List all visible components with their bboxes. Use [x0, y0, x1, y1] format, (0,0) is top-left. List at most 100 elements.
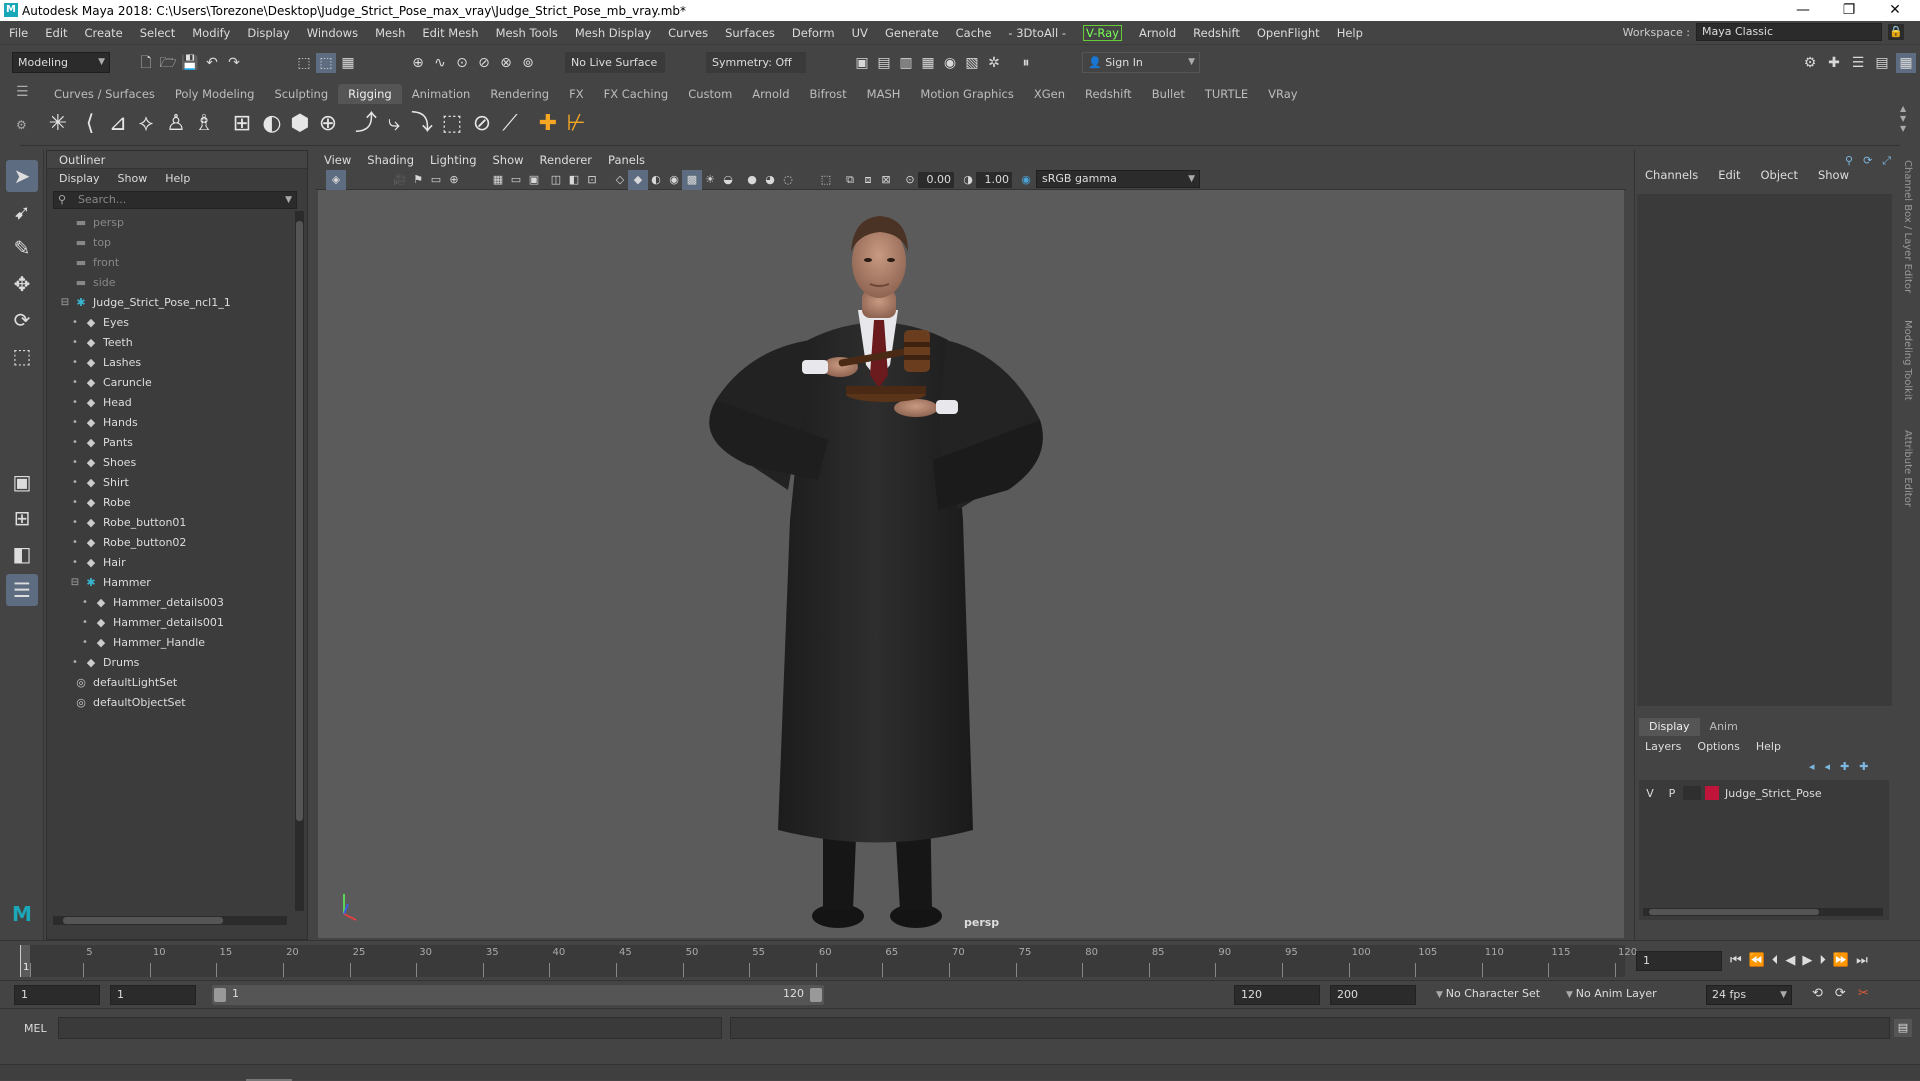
menu-edit-mesh[interactable]: Edit Mesh: [413, 26, 486, 40]
shelf-tab-rigging[interactable]: Rigging: [338, 84, 402, 104]
minimize-button[interactable]: —: [1780, 0, 1826, 21]
save-scene-icon[interactable]: 💾: [180, 53, 200, 73]
play-forwards-icon[interactable]: ▶: [1802, 953, 1812, 968]
outliner-item[interactable]: • ◆ Caruncle: [47, 373, 307, 393]
layer-type-toggle[interactable]: [1683, 786, 1701, 800]
range-start-handle[interactable]: [214, 988, 226, 1002]
lasso-tool-icon[interactable]: ➹: [6, 196, 38, 228]
time-slider-track[interactable]: 1 5 10 15 20 25 30 35 40 45 50 55 60 65 70 75 80 85 90 95 1…: [20, 945, 1637, 977]
outliner-item[interactable]: • ◆ Robe_button01: [47, 513, 307, 533]
viewport-menu-lighting[interactable]: Lighting: [430, 150, 476, 170]
render-setup-icon[interactable]: ▧: [962, 53, 982, 73]
exposure-icon[interactable]: ⊙: [900, 170, 920, 190]
rotate-tool-icon[interactable]: ⟳: [6, 304, 38, 336]
shadows-icon[interactable]: ◒: [718, 170, 738, 190]
outliner-item[interactable]: • ◆ Hammer_Handle: [47, 633, 307, 653]
hypershade-icon[interactable]: ◉: [940, 53, 960, 73]
pause-icon[interactable]: ⏸: [1016, 53, 1036, 73]
ipr-render-icon[interactable]: ▥: [896, 53, 916, 73]
grid-toggle-icon[interactable]: ▦: [488, 170, 508, 190]
menu-redshift[interactable]: Redshift: [1184, 26, 1248, 40]
color-space-dropdown[interactable]: sRGB gamma ▼: [1036, 170, 1200, 188]
menu-file[interactable]: File: [0, 26, 36, 40]
shelf-tab-custom[interactable]: Custom: [678, 84, 742, 104]
menu-uv[interactable]: UV: [843, 26, 876, 40]
shelf-tab-motion-graphics[interactable]: Motion Graphics: [910, 84, 1023, 104]
outliner-menu-show[interactable]: Show: [118, 169, 148, 189]
outliner-item[interactable]: • ◆ Head: [47, 393, 307, 413]
menu-mesh-display[interactable]: Mesh Display: [566, 26, 659, 40]
shelf-settings-icon[interactable]: ⚙: [16, 118, 27, 132]
bookmarks-icon[interactable]: ⚑: [408, 170, 428, 190]
gate-mask-icon[interactable]: ◫: [546, 170, 566, 190]
menu-openflight[interactable]: OpenFlight: [1248, 26, 1328, 40]
wireframe-on-shaded-icon[interactable]: ◉: [664, 170, 684, 190]
shelf-tab-fx-caching[interactable]: FX Caching: [594, 84, 679, 104]
field-chart-icon[interactable]: ◧: [564, 170, 584, 190]
shelf-tab-sculpting[interactable]: Sculpting: [264, 84, 338, 104]
blend-shape-icon[interactable]: ⬚: [438, 110, 466, 138]
outliner-vertical-scroll-thumb[interactable]: [296, 221, 303, 821]
channelbox-menu-channels[interactable]: Channels: [1645, 168, 1698, 182]
resolution-gate-icon[interactable]: ▣: [524, 170, 544, 190]
default-material-icon[interactable]: ◐: [646, 170, 666, 190]
smooth-shade-icon[interactable]: ◆: [628, 170, 648, 190]
gamma-icon[interactable]: ◑: [958, 170, 978, 190]
new-layer-icon[interactable]: ✚: [1840, 760, 1849, 773]
outliner-item[interactable]: • ◆ Lashes: [47, 353, 307, 373]
shelf-tab-poly-modeling[interactable]: Poly Modeling: [165, 84, 265, 104]
lattice-icon[interactable]: ⬢: [286, 110, 314, 138]
snap-surface-icon[interactable]: ⊗: [496, 53, 516, 73]
outliner-item[interactable]: • ◆ Teeth: [47, 333, 307, 353]
command-input[interactable]: [58, 1017, 722, 1039]
move-layer-up-icon[interactable]: ◂: [1809, 760, 1815, 773]
shelf-tab-redshift[interactable]: Redshift: [1075, 84, 1142, 104]
current-frame-field[interactable]: 1: [1636, 951, 1722, 971]
orient-joint-icon[interactable]: ⟡: [132, 110, 160, 138]
outliner-item[interactable]: ◎ defaultLightSet: [47, 673, 307, 693]
snap-curve-icon[interactable]: ∿: [430, 53, 450, 73]
refresh-icon[interactable]: ⟳: [1863, 154, 1872, 168]
shelf-tab-bullet[interactable]: Bullet: [1142, 84, 1195, 104]
xray-joints-icon[interactable]: ⧈: [858, 170, 878, 190]
outliner-item[interactable]: • ◆ Shoes: [47, 453, 307, 473]
outliner-item[interactable]: • ◆ Pants: [47, 433, 307, 453]
layer-row[interactable]: V P Judge_Strict_Pose: [1639, 784, 1889, 802]
motion-blur-icon[interactable]: ◕: [760, 170, 780, 190]
preferences-icon[interactable]: ✂: [1858, 986, 1869, 1001]
scale-tool-icon[interactable]: ⬚: [6, 340, 38, 372]
select-camera-icon[interactable]: ◈: [326, 170, 346, 190]
camera-attributes-icon[interactable]: 🎥: [390, 170, 410, 190]
channelbox-menu-edit[interactable]: Edit: [1718, 168, 1740, 182]
snap-point-icon[interactable]: ⊙: [452, 53, 472, 73]
outliner-item[interactable]: • ◆ Hammer_details001: [47, 613, 307, 633]
maya-home-icon[interactable]: M: [6, 898, 38, 930]
outliner-item[interactable]: • ◆ Hammer_details003: [47, 593, 307, 613]
shelf-tab-animation[interactable]: Animation: [402, 84, 481, 104]
render-current-icon[interactable]: ▤: [874, 53, 894, 73]
viewport-scene[interactable]: persp: [318, 190, 1624, 938]
sign-in-dropdown[interactable]: 👤 Sign In ▼: [1082, 52, 1200, 73]
image-plane-icon[interactable]: ▭: [426, 170, 446, 190]
single-perspective-layout-icon[interactable]: ▣: [6, 466, 38, 498]
layer-color-swatch[interactable]: [1705, 786, 1719, 800]
paint-select-tool-icon[interactable]: ✎: [6, 232, 38, 264]
shelf-tab-xgen[interactable]: XGen: [1024, 84, 1075, 104]
ik-handle-icon[interactable]: ⤴: [352, 110, 380, 138]
orient-constraint-icon[interactable]: ⊬: [562, 110, 590, 138]
auto-key-icon[interactable]: ⟳: [1835, 986, 1846, 1001]
outliner-menu-display[interactable]: Display: [59, 169, 100, 189]
outliner-search-input[interactable]: ⚲ Search... ▼: [53, 191, 297, 209]
shelf-tab-curves-surfaces[interactable]: Curves / Surfaces: [44, 84, 165, 104]
step-forward-frame-icon[interactable]: ⏵: [1819, 953, 1826, 968]
undo-icon[interactable]: ↶: [202, 53, 222, 73]
ambient-occlusion-icon[interactable]: ●: [742, 170, 762, 190]
channelbox-menu-object[interactable]: Object: [1761, 168, 1798, 182]
step-back-frame-icon[interactable]: ⏴: [1772, 953, 1779, 968]
menu-create[interactable]: Create: [76, 26, 131, 40]
layer-tab-display[interactable]: Display: [1639, 718, 1700, 736]
side-tab-attribute-editor[interactable]: Attribute Editor: [1902, 430, 1913, 507]
snap-vertex-icon[interactable]: ⊚: [518, 53, 538, 73]
outliner-menu-help[interactable]: Help: [165, 169, 190, 189]
menu-curves[interactable]: Curves: [659, 26, 716, 40]
